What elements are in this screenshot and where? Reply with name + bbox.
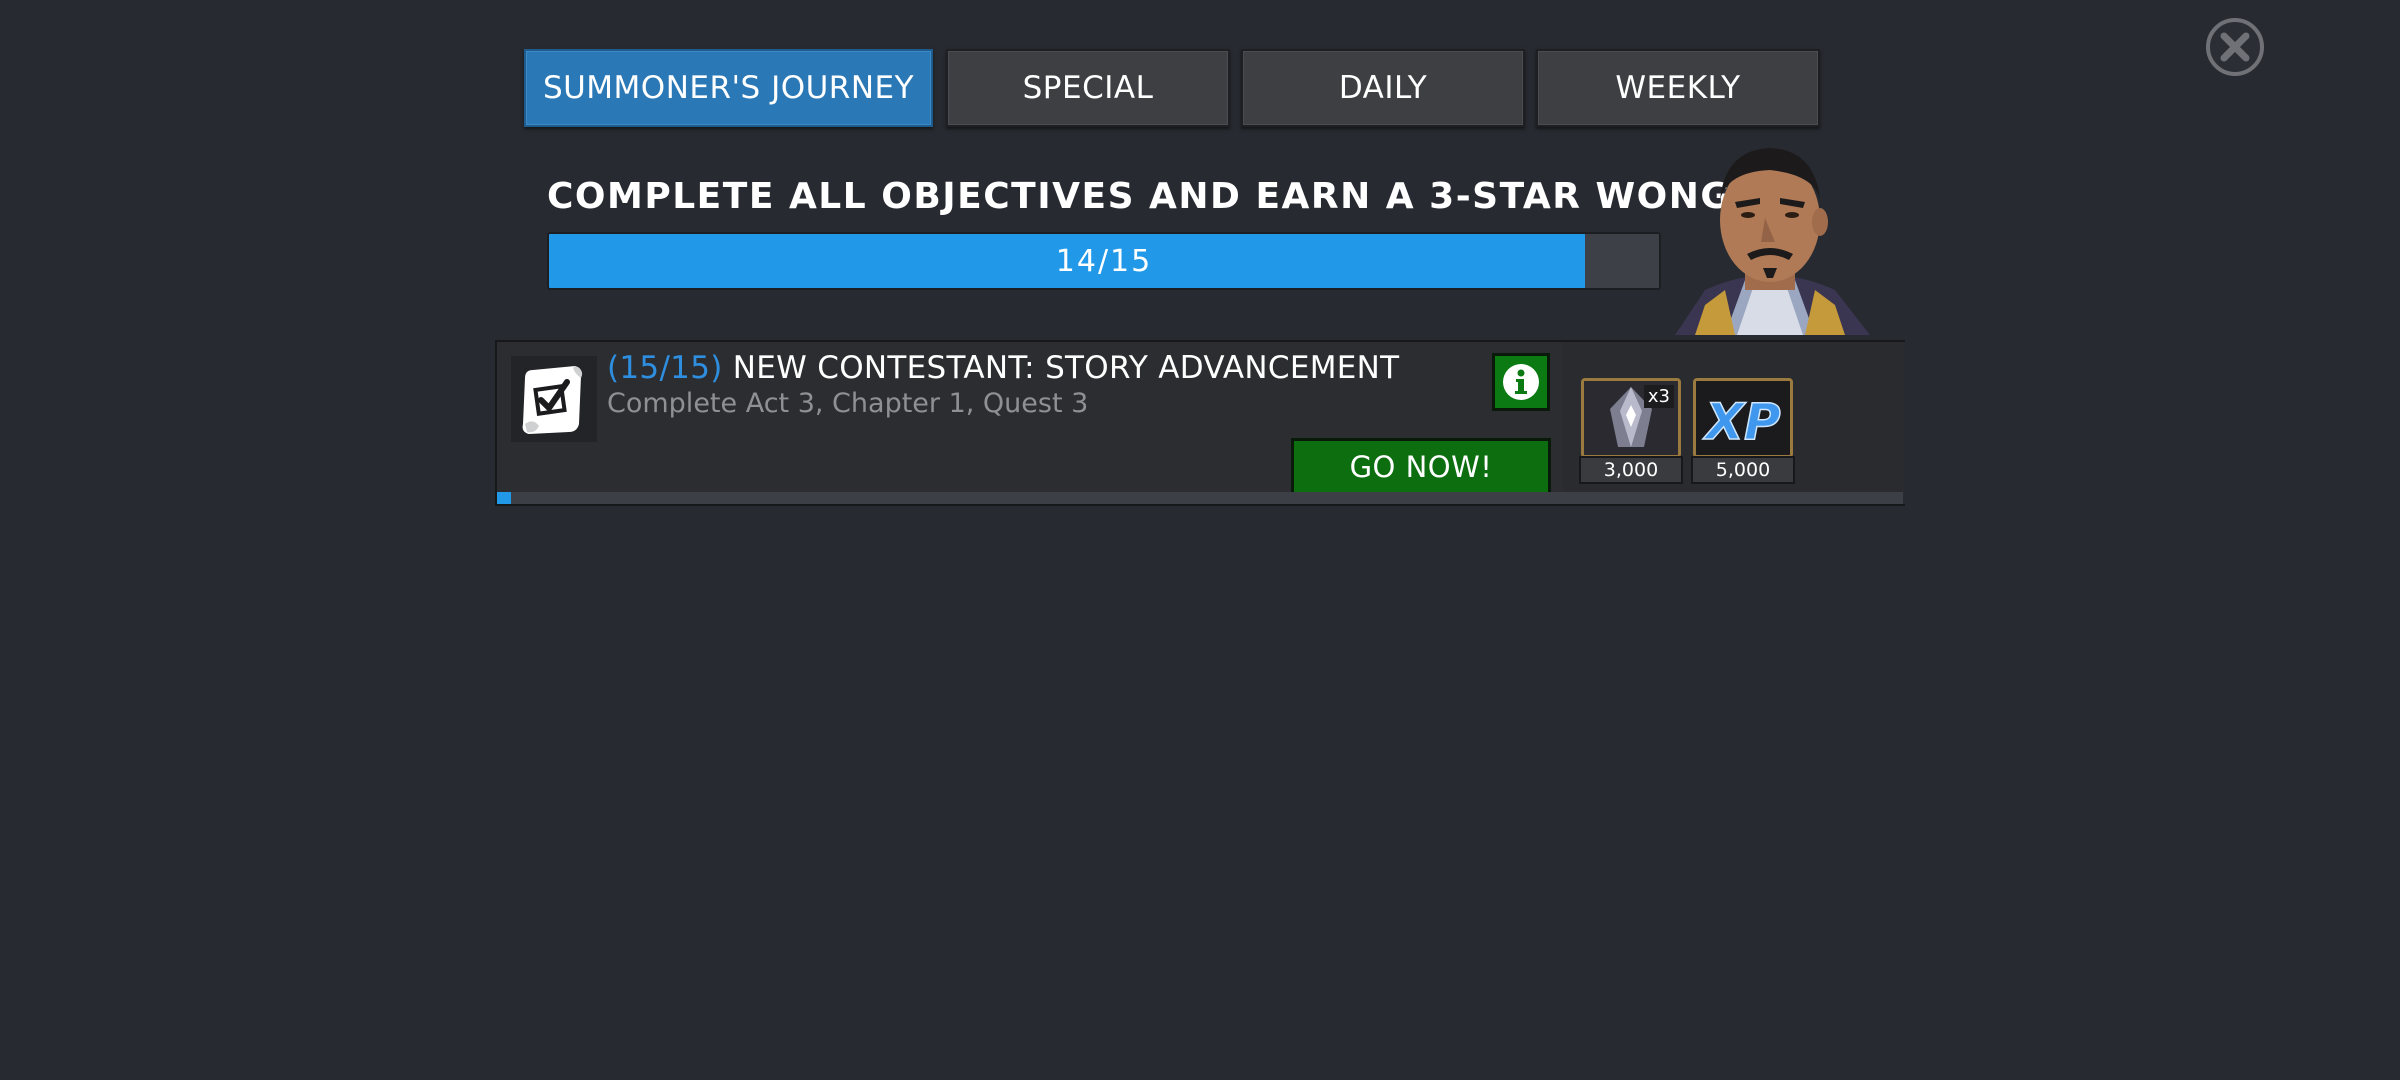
quest-description: Complete Act 3, Chapter 1, Quest 3 xyxy=(607,388,1089,419)
svg-text:XP: XP xyxy=(1702,393,1780,451)
reward-crystal-shard[interactable]: x3 3,000 xyxy=(1579,378,1683,484)
quest-count: (15/15) xyxy=(607,350,723,386)
xp-icon: XP xyxy=(1696,381,1790,455)
tab-summoners-journey[interactable]: SUMMONER'S JOURNEY xyxy=(524,49,933,127)
scroll-checkmark-icon xyxy=(522,366,583,434)
reward-image: x3 xyxy=(1581,378,1681,458)
quest-progress-bar xyxy=(497,492,1903,504)
quest-title-text: NEW CONTESTANT: STORY ADVANCEMENT xyxy=(722,350,1400,386)
quest-title: (15/15) NEW CONTESTANT: STORY ADVANCEMEN… xyxy=(607,350,1399,386)
info-icon xyxy=(1503,364,1539,400)
objective-progress-text: 14/15 xyxy=(1055,243,1153,279)
objective-progress-bar: 14/15 xyxy=(547,232,1661,290)
reward-xp[interactable]: XP 5,000 xyxy=(1691,378,1795,484)
close-button[interactable] xyxy=(2206,18,2264,76)
info-button[interactable] xyxy=(1492,353,1550,411)
tab-daily[interactable]: DAILY xyxy=(1241,49,1525,127)
go-now-button[interactable]: GO NOW! xyxy=(1291,438,1551,496)
quest-icon-container xyxy=(511,356,597,442)
reward-multiplier: x3 xyxy=(1643,385,1674,408)
reward-amount: 5,000 xyxy=(1691,456,1795,484)
summoner-objectives-screen: SUMMONER'S JOURNEY SPECIAL DAILY WEEKLY … xyxy=(0,0,2400,1080)
quest-progress-fill xyxy=(497,492,512,504)
quest-card: (15/15) NEW CONTESTANT: STORY ADVANCEMEN… xyxy=(495,340,1905,506)
reward-image: XP xyxy=(1693,378,1793,458)
tab-weekly[interactable]: WEEKLY xyxy=(1536,49,1820,127)
close-icon xyxy=(2220,32,2250,62)
rewards-area: x3 3,000 XP 5,000 xyxy=(1563,342,1905,504)
wong-portrait xyxy=(1665,130,1875,335)
tab-special[interactable]: SPECIAL xyxy=(946,49,1230,127)
objective-title: COMPLETE ALL OBJECTIVES AND EARN A 3-STA… xyxy=(547,176,1732,217)
reward-amount: 3,000 xyxy=(1579,456,1683,484)
